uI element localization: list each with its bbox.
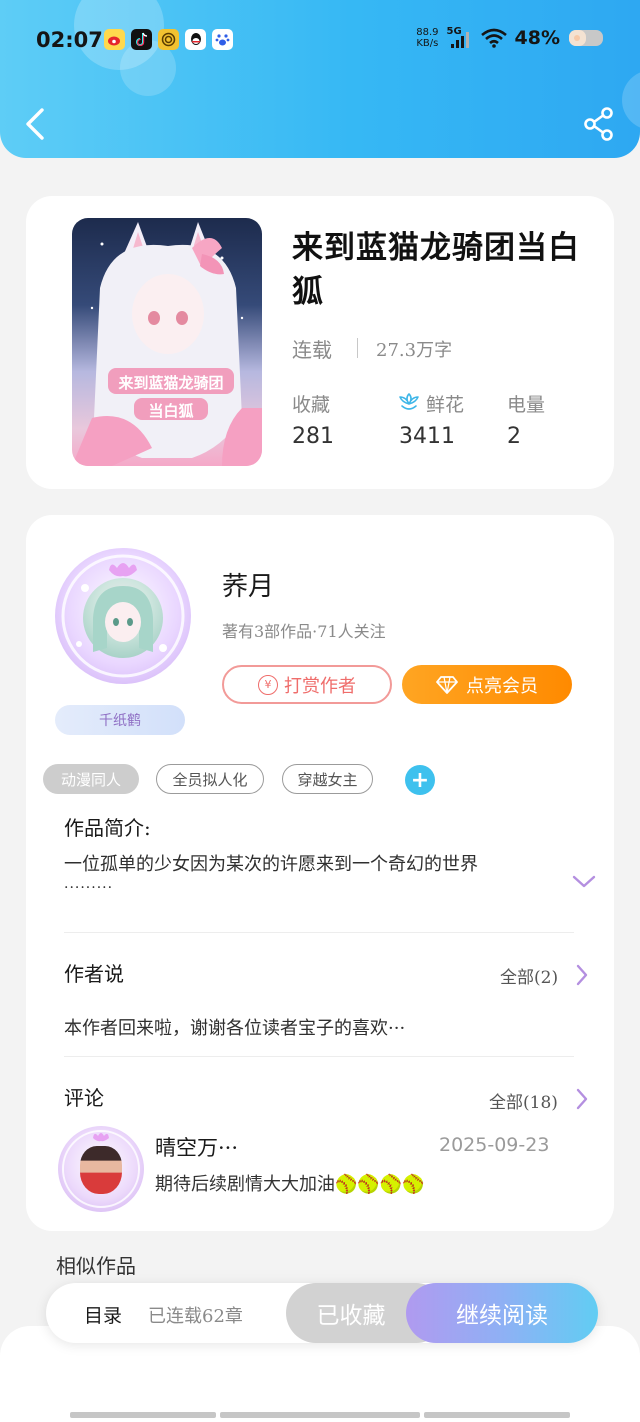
battery-icon: [569, 30, 603, 46]
book-title: 来到蓝猫龙骑团当白狐: [292, 230, 580, 310]
fans-badge-label: 千纸鹤: [99, 713, 141, 729]
word-count: 27.3万字: [376, 340, 453, 361]
battery-percent: 48%: [514, 27, 560, 49]
author-name[interactable]: 荞月: [222, 566, 274, 603]
chevron-right-icon[interactable]: [575, 1088, 589, 1110]
commenter-avatar[interactable]: [58, 1126, 144, 1212]
stat-value-flower: 3411: [399, 424, 455, 449]
chapter-count[interactable]: 已连载62章: [148, 1302, 243, 1328]
tag-item[interactable]: 穿越女主: [282, 764, 373, 794]
notification-icons: [104, 29, 233, 50]
status-time: 02:07: [36, 28, 103, 52]
expand-intro-button[interactable]: [572, 875, 596, 889]
toc-button[interactable]: 目录: [84, 1301, 122, 1328]
author-meta: 著有3部作品·71人关注: [222, 622, 386, 641]
activate-vip-button[interactable]: 点亮会员: [402, 665, 572, 704]
chevron-left-icon: [26, 108, 44, 140]
book-status: 连载: [292, 338, 332, 362]
comment-text[interactable]: 期待后续剧情大大加油🥎🥎🥎🥎: [155, 1170, 425, 1196]
section-divider: [64, 932, 574, 933]
network-speed: 88.9 KB/s: [416, 27, 439, 49]
coin-icon: ¥: [258, 674, 278, 695]
add-tag-button[interactable]: +: [405, 765, 435, 795]
author-note-text[interactable]: 本作者回来啦，谢谢各位读者宝子的喜欢···: [64, 1014, 405, 1040]
commenter-name[interactable]: 晴空万···: [155, 1132, 238, 1162]
stat-label-flower: 鲜花: [426, 394, 465, 416]
signal-icon: 5G: [447, 26, 473, 50]
activate-vip-label: 点亮会员: [466, 675, 538, 697]
cover-title-line1: 来到蓝猫龙骑团: [118, 374, 224, 392]
tag-item[interactable]: 全员拟人化: [156, 764, 264, 794]
cover-illustration: [72, 222, 262, 466]
intro-title: 作品简介:: [64, 816, 151, 840]
nav-gesture-bar: [70, 1412, 216, 1418]
back-button[interactable]: [20, 104, 50, 144]
fans-badge: 千纸鹤: [55, 705, 185, 735]
continue-reading-label: 继续阅读: [456, 1303, 548, 1329]
chevron-right-icon[interactable]: [575, 964, 589, 986]
cover-title-line2: 当白狐: [148, 402, 194, 420]
status-indicators: 88.9 KB/s 5G 48%: [416, 26, 606, 50]
stat-value-collect: 281: [292, 424, 334, 449]
tiktok-icon: [131, 29, 152, 50]
tag-item[interactable]: 动漫同人: [43, 764, 139, 794]
baidu-icon: [212, 29, 233, 50]
spiral-app-icon: [158, 29, 179, 50]
wifi-icon: [480, 28, 507, 48]
continue-reading-button[interactable]: 继续阅读: [406, 1283, 598, 1343]
tip-author-button[interactable]: ¥ 打赏作者: [222, 665, 392, 704]
comments-all-link[interactable]: 全部(18): [489, 1088, 558, 1113]
share-icon: [584, 107, 613, 141]
stat-label-power: 电量: [507, 394, 546, 416]
top-header: 02:07 88.9 KB/s 5G 48%: [0, 0, 640, 158]
decorative-bubble: [622, 70, 640, 130]
flower-icon: [399, 393, 419, 410]
weibo-icon: [104, 29, 125, 50]
nav-gesture-bar: [424, 1412, 570, 1418]
comment-date: 2025-09-23: [439, 1134, 550, 1156]
tip-author-label: 打赏作者: [284, 675, 356, 697]
section-divider: [64, 1056, 574, 1057]
share-button[interactable]: [582, 106, 616, 142]
stat-label-collect: 收藏: [292, 394, 331, 416]
similar-works-title: 相似作品: [56, 1254, 136, 1278]
collected-label: 已收藏: [316, 1303, 386, 1329]
diamond-icon: [436, 675, 458, 694]
author-avatar[interactable]: [55, 548, 191, 684]
author-says-title: 作者说: [64, 962, 124, 986]
qq-icon: [185, 29, 206, 50]
book-cover[interactable]: 来到蓝猫龙骑团 当白狐: [72, 218, 262, 466]
comments-title: 评论: [64, 1086, 104, 1110]
chevron-down-icon: [572, 875, 596, 888]
nav-gesture-bar: [220, 1412, 420, 1418]
meta-divider: [357, 338, 358, 358]
stat-value-power: 2: [507, 424, 521, 449]
intro-text: 一位孤单的少女因为某次的许愿来到一个奇幻的世界 ·········: [64, 854, 478, 896]
author-says-all-link[interactable]: 全部(2): [500, 963, 558, 988]
